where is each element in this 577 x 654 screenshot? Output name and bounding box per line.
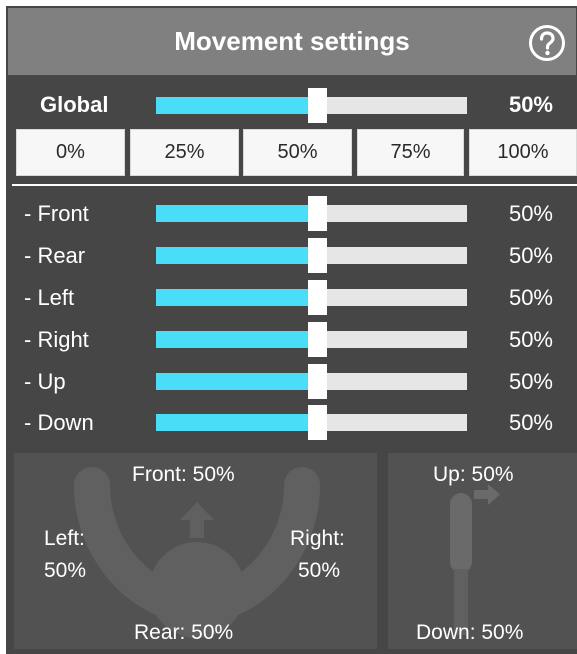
vertical-movement-visual: Up: 50% Down: 50%: [388, 453, 577, 649]
preset-button-50[interactable]: 50%: [243, 129, 352, 176]
up-slider[interactable]: [156, 364, 467, 399]
global-label: Global: [40, 92, 109, 117]
header-bar: Movement settings: [8, 8, 576, 75]
right-slider-thumb[interactable]: [307, 322, 327, 357]
axis-label-right: - Right: [24, 327, 89, 352]
question-circle-icon[interactable]: [528, 24, 566, 62]
rear-slider-fill: [156, 247, 312, 264]
page-title: Movement settings: [174, 26, 410, 56]
axis-value-down: 50%: [508, 410, 553, 435]
axis-label-up: - Up: [24, 369, 66, 394]
up-slider-fill: [156, 373, 312, 390]
front-slider[interactable]: [156, 196, 467, 231]
down-slider[interactable]: [156, 405, 467, 440]
front-slider-fill: [156, 205, 312, 222]
horizontal-movement-visual: Front: 50% Left: 50% Right: 50% Rear: 50…: [14, 453, 377, 649]
global-slider-thumb[interactable]: [307, 88, 327, 123]
preset-button-100[interactable]: 100%: [469, 129, 577, 176]
rear-slider-thumb[interactable]: [307, 238, 327, 273]
preset-button-0[interactable]: 0%: [16, 129, 125, 176]
up-slider-thumb[interactable]: [307, 364, 327, 399]
down-slider-thumb[interactable]: [307, 405, 327, 440]
axis-label-front: - Front: [24, 201, 89, 226]
global-slider[interactable]: [156, 88, 467, 123]
up-readout: Up: 50%: [433, 463, 514, 486]
rear-readout: Rear: 50%: [134, 621, 234, 644]
down-slider-fill: [156, 414, 312, 431]
front-slider-thumb[interactable]: [307, 196, 327, 231]
preset-button-25[interactable]: 25%: [130, 129, 239, 176]
right-readout-value: 50%: [298, 559, 341, 582]
left-slider-thumb[interactable]: [307, 280, 327, 315]
left-slider[interactable]: [156, 280, 467, 315]
front-readout: Front: 50%: [132, 463, 235, 486]
axis-label-rear: - Rear: [24, 243, 86, 268]
left-readout-label: Left:: [44, 527, 85, 550]
rear-slider[interactable]: [156, 238, 467, 273]
divider: [12, 184, 577, 186]
axis-value-right: 50%: [508, 327, 553, 352]
global-value: 50%: [508, 92, 553, 117]
axis-label-left: - Left: [24, 285, 75, 310]
right-slider-fill: [156, 331, 312, 348]
global-slider-fill: [156, 97, 312, 114]
axis-value-up: 50%: [508, 369, 553, 394]
right-readout-label: Right:: [290, 527, 345, 550]
down-readout: Down: 50%: [416, 621, 524, 644]
axis-label-down: - Down: [24, 410, 94, 435]
axis-value-left: 50%: [508, 285, 553, 310]
right-slider[interactable]: [156, 322, 467, 357]
axis-value-front: 50%: [508, 201, 553, 226]
axis-value-rear: 50%: [508, 243, 553, 268]
preset-button-75[interactable]: 75%: [357, 129, 464, 176]
left-slider-fill: [156, 289, 312, 306]
left-readout-value: 50%: [44, 559, 87, 582]
